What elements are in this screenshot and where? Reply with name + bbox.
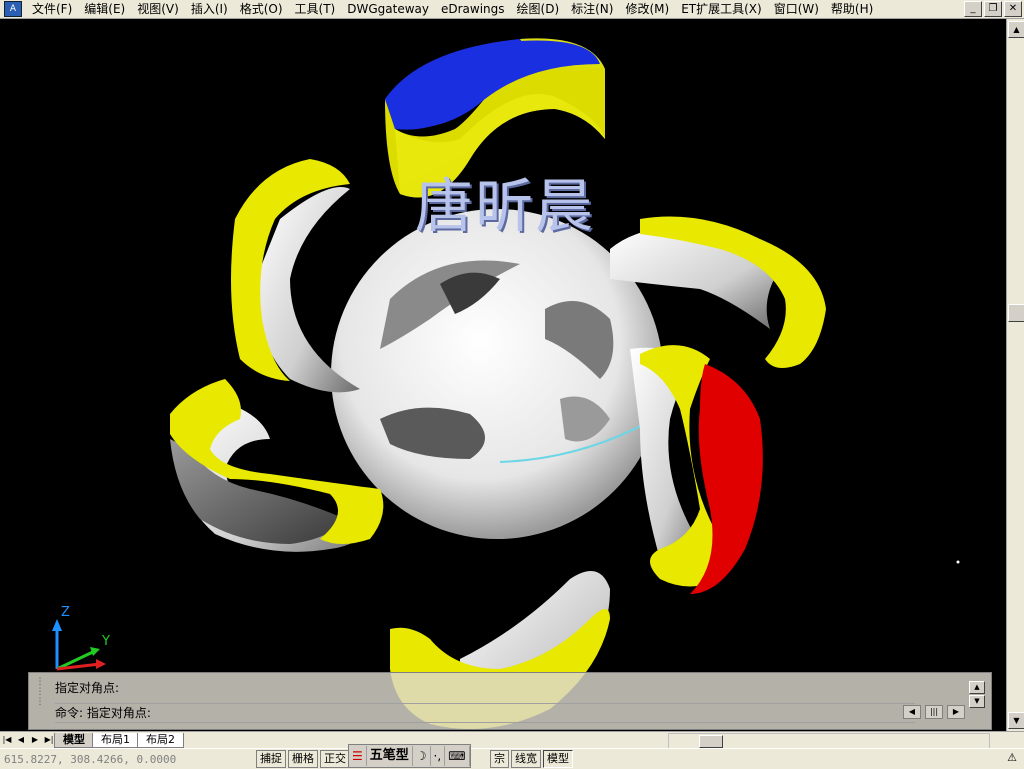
- app-icon[interactable]: A: [4, 1, 22, 17]
- menu-item[interactable]: 标注(N): [565, 0, 619, 18]
- command-prompt-line[interactable]: 命令: 指定对角点:: [55, 703, 915, 723]
- first-tab-icon[interactable]: |◀: [0, 734, 14, 746]
- horizontal-scroll-thumb[interactable]: [699, 735, 723, 748]
- ime-moon-icon[interactable]: ☽: [413, 746, 431, 766]
- ime-punct-icon[interactable]: ·,: [431, 746, 446, 766]
- ime-keyboard-icon[interactable]: ⌨: [445, 746, 470, 766]
- menu-item[interactable]: 视图(V): [131, 0, 185, 18]
- menu-item[interactable]: 编辑(E): [78, 0, 131, 18]
- tab-layout1[interactable]: 布局1: [92, 732, 139, 748]
- ime-switch-icon[interactable]: ☰: [349, 746, 367, 766]
- scroll-up-button[interactable]: ▲: [1008, 21, 1024, 38]
- menu-item[interactable]: 窗口(W): [768, 0, 825, 18]
- snap-toggle[interactable]: 捕捉: [256, 750, 286, 768]
- menu-item[interactable]: 工具(T): [289, 0, 342, 18]
- ucs-axis-icon: [52, 619, 106, 671]
- drawing-canvas[interactable]: 唐昕晨 Z Y: [0, 19, 1006, 731]
- osnap-toggle[interactable]: 宗: [490, 750, 509, 768]
- lineweight-toggle[interactable]: 线宽: [511, 750, 541, 768]
- minimize-button[interactable]: _: [964, 1, 982, 17]
- command-scroll: ▲ ▼: [969, 681, 985, 709]
- vertical-scrollbar[interactable]: ▲ ▼: [1006, 19, 1024, 731]
- menu-item[interactable]: eDrawings: [435, 0, 511, 18]
- ortho-toggle[interactable]: 正交: [320, 750, 350, 768]
- command-scroll-down-button[interactable]: ▼: [969, 695, 985, 708]
- scroll-down-button[interactable]: ▼: [1008, 712, 1024, 729]
- stray-point: [956, 560, 960, 564]
- horizontal-scrollbar[interactable]: [668, 733, 990, 749]
- menu-item[interactable]: DWGgateway: [341, 0, 435, 18]
- tray-warning-icon[interactable]: ⚠: [1004, 751, 1020, 765]
- status-bar: 615.8227, 308.4266, 0.0000 捕捉 栅格 正交 宗 线宽…: [0, 748, 1024, 769]
- restore-button[interactable]: ❐: [984, 1, 1002, 17]
- tab-layout2[interactable]: 布局2: [137, 732, 184, 748]
- tab-model[interactable]: 模型: [54, 732, 94, 748]
- command-scroll-left-button[interactable]: ◀: [903, 705, 921, 719]
- ucs-z-label: Z: [61, 605, 70, 620]
- menu-bar: A 文件(F) 编辑(E) 视图(V) 插入(I) 格式(O) 工具(T) DWGgatew…: [0, 0, 1024, 19]
- vertical-scroll-thumb[interactable]: [1008, 304, 1024, 322]
- menu-items: 文件(F) 编辑(E) 视图(V) 插入(I) 格式(O) 工具(T) DWGgateway…: [26, 0, 879, 18]
- coordinate-readout: 615.8227, 308.4266, 0.0000: [4, 752, 177, 766]
- menu-item[interactable]: 格式(O): [234, 0, 289, 18]
- model-viewport: [52, 38, 960, 729]
- prev-tab-icon[interactable]: ◀: [14, 734, 28, 746]
- command-scroll-right-button[interactable]: ▶: [947, 705, 965, 719]
- grip-handle-icon[interactable]: ⋮ ⋮ ⋮: [31, 677, 49, 725]
- menu-item[interactable]: 帮助(H): [825, 0, 879, 18]
- next-tab-icon[interactable]: ▶: [28, 734, 42, 746]
- menu-item[interactable]: ET扩展工具(X): [675, 0, 768, 18]
- grid-toggle[interactable]: 栅格: [288, 750, 318, 768]
- ime-name[interactable]: 五笔型: [367, 746, 413, 766]
- menu-item[interactable]: 插入(I): [185, 0, 234, 18]
- menu-item[interactable]: 修改(M): [619, 0, 675, 18]
- close-button[interactable]: ✕: [1004, 1, 1022, 17]
- menu-item[interactable]: 绘图(D): [511, 0, 566, 18]
- command-scroll-up-button[interactable]: ▲: [969, 681, 985, 694]
- command-scroll-thumb[interactable]: |||: [925, 705, 943, 719]
- layout-tab-bar: |◀ ◀ ▶ ▶| 模型 布局1 布局2: [0, 731, 1024, 749]
- ucs-y-label: Y: [102, 634, 110, 649]
- model-space-toggle[interactable]: 模型: [543, 750, 573, 768]
- command-window: ⋮ ⋮ ⋮ 指定对角点: 命令: 指定对角点: ▲ ▼ ◀ ||| ▶: [28, 672, 992, 730]
- command-hscroll: ◀ ||| ▶: [903, 705, 965, 719]
- menu-item[interactable]: 文件(F): [26, 0, 78, 18]
- watermark-name: 唐昕晨: [415, 172, 596, 240]
- ime-toolbar: ☰ 五笔型 ☽ ·, ⌨: [348, 744, 471, 768]
- command-history-line: 指定对角点:: [55, 681, 120, 695]
- window-controls: _ ❐ ✕: [964, 1, 1022, 17]
